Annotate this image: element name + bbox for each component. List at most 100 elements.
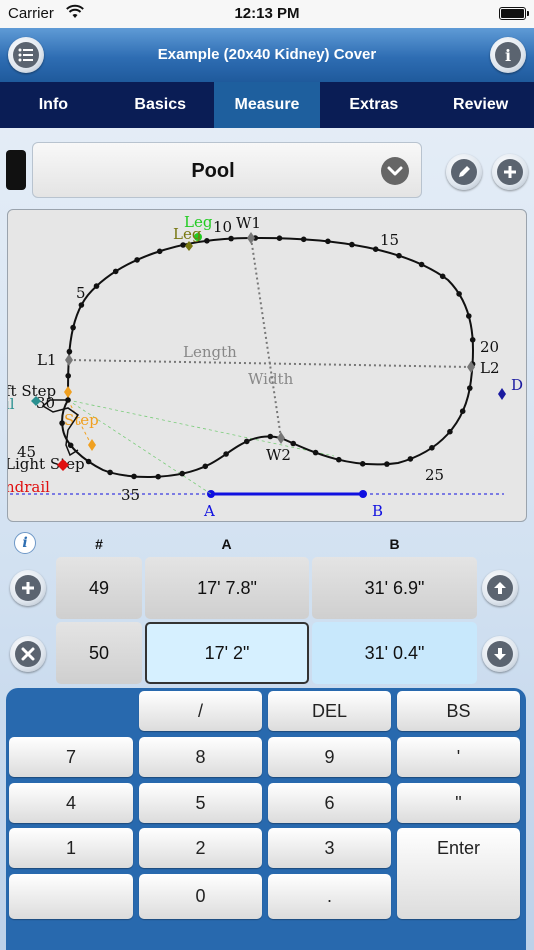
- tab-info[interactable]: Info: [0, 82, 107, 128]
- key-del[interactable]: DEL: [268, 691, 391, 731]
- row-49-num[interactable]: 49: [56, 557, 142, 619]
- tab-extras[interactable]: Extras: [320, 82, 427, 128]
- outline-point[interactable]: [312, 449, 319, 456]
- outline-point[interactable]: [112, 268, 119, 275]
- outline-point[interactable]: [244, 438, 250, 445]
- outline-point[interactable]: [78, 302, 85, 308]
- outline-point[interactable]: [156, 248, 163, 255]
- d-marker[interactable]: [498, 388, 506, 400]
- outline-point[interactable]: [155, 473, 161, 480]
- point-w1[interactable]: [247, 232, 255, 244]
- key-4[interactable]: 4: [9, 783, 133, 823]
- key-enter[interactable]: Enter: [397, 828, 520, 919]
- status-bar: Carrier 12:13 PM: [0, 0, 534, 28]
- label-20: 20: [480, 338, 499, 356]
- outline-point[interactable]: [134, 257, 140, 263]
- outline-point[interactable]: [85, 458, 92, 465]
- outline-point[interactable]: [131, 473, 137, 480]
- outline-point[interactable]: [179, 470, 185, 477]
- arrow-up-icon: [487, 575, 513, 601]
- key-0[interactable]: 0: [139, 874, 262, 919]
- outline-point[interactable]: [447, 428, 453, 435]
- outline-point[interactable]: [384, 461, 390, 467]
- outline-point[interactable]: [349, 241, 355, 248]
- key-dot[interactable]: .: [268, 874, 391, 919]
- outline-point[interactable]: [180, 242, 186, 248]
- add-row-button[interactable]: [10, 570, 46, 606]
- key-7[interactable]: 7: [9, 737, 133, 777]
- outline-point[interactable]: [290, 440, 297, 447]
- outline-point[interactable]: [276, 235, 283, 241]
- edit-button[interactable]: [446, 154, 482, 190]
- outline-point[interactable]: [267, 433, 274, 440]
- row-50-a[interactable]: 17' 2": [145, 622, 309, 684]
- add-button[interactable]: [492, 154, 528, 190]
- outline-point[interactable]: [67, 442, 74, 449]
- outline-point[interactable]: [469, 337, 476, 343]
- point-w2[interactable]: [277, 432, 285, 444]
- info-icon: i: [495, 42, 521, 68]
- outline-point[interactable]: [300, 236, 307, 243]
- leg-label-2: Leg: [173, 225, 202, 243]
- outline-point[interactable]: [107, 469, 113, 476]
- key-5[interactable]: 5: [139, 783, 262, 823]
- tab-measure[interactable]: Measure: [213, 82, 321, 128]
- info-icon[interactable]: i: [14, 532, 36, 554]
- right-step-label: Light Step: [8, 455, 85, 473]
- step-marker[interactable]: [64, 386, 72, 398]
- key-9[interactable]: 9: [268, 737, 391, 777]
- key-inches[interactable]: ": [397, 783, 520, 823]
- point-b[interactable]: [359, 490, 367, 498]
- move-up-button[interactable]: [482, 570, 518, 606]
- outline-point[interactable]: [407, 456, 414, 462]
- row-49-b[interactable]: 31' 6.9": [312, 557, 477, 619]
- key-1[interactable]: 1: [9, 828, 133, 868]
- tab-basics[interactable]: Basics: [107, 82, 214, 128]
- outline-point[interactable]: [93, 283, 100, 289]
- delete-row-button[interactable]: [10, 636, 46, 672]
- pencil-icon: [451, 159, 477, 185]
- shape-selector[interactable]: Pool: [32, 142, 422, 198]
- pool-drawing[interactable]: Length Width 5 10 15 20 25 35 30 45 W1 W…: [7, 209, 527, 522]
- row-50-b[interactable]: 31' 0.4": [312, 622, 477, 684]
- outline-point[interactable]: [359, 461, 366, 467]
- outline-point[interactable]: [66, 348, 73, 355]
- outline-point[interactable]: [70, 324, 76, 331]
- outline-point[interactable]: [336, 456, 342, 463]
- key-blank[interactable]: [9, 874, 133, 919]
- key-8[interactable]: 8: [139, 737, 262, 777]
- outline-point[interactable]: [223, 451, 229, 457]
- close-icon: [15, 641, 41, 667]
- outline-point[interactable]: [204, 238, 210, 244]
- move-down-button[interactable]: [482, 636, 518, 672]
- outline-point[interactable]: [325, 238, 331, 245]
- outline-point[interactable]: [429, 445, 435, 451]
- outline-point[interactable]: [228, 235, 234, 242]
- color-marker: [6, 150, 26, 190]
- outline-point[interactable]: [439, 273, 446, 280]
- outline-point[interactable]: [418, 261, 425, 268]
- outline-point[interactable]: [396, 252, 402, 259]
- page-title: Example (20x40 Kidney) Cover: [157, 46, 377, 63]
- outline-point[interactable]: [467, 385, 473, 391]
- key-feet[interactable]: ': [397, 737, 520, 777]
- chevron-down-icon: [381, 157, 409, 185]
- key-6[interactable]: 6: [268, 783, 391, 823]
- outline-point[interactable]: [65, 373, 71, 379]
- key-slash[interactable]: /: [139, 691, 262, 731]
- key-2[interactable]: 2: [139, 828, 262, 868]
- point-l1[interactable]: [65, 354, 73, 366]
- column-header-a: A: [221, 536, 232, 552]
- step-marker-2[interactable]: [88, 439, 96, 451]
- key-backspace[interactable]: BS: [397, 691, 520, 731]
- tab-review[interactable]: Review: [427, 82, 534, 128]
- row-50-num[interactable]: 50: [56, 622, 142, 684]
- key-3[interactable]: 3: [268, 828, 391, 868]
- outline-point[interactable]: [459, 408, 466, 414]
- outline-point[interactable]: [372, 246, 379, 252]
- outline-point[interactable]: [202, 463, 209, 470]
- outline-point[interactable]: [456, 291, 462, 297]
- row-49-a[interactable]: 17' 7.8": [145, 557, 309, 619]
- outline-point[interactable]: [466, 313, 472, 319]
- info-button[interactable]: i: [490, 37, 526, 73]
